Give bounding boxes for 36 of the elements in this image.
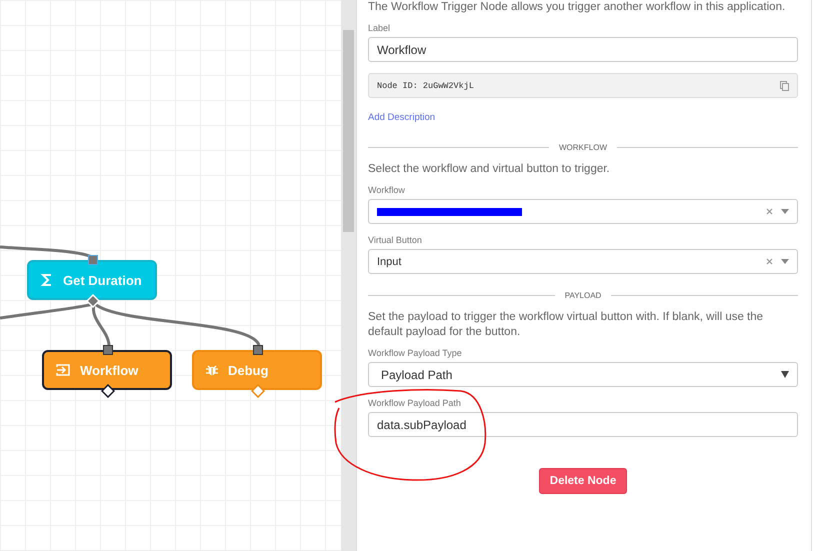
flow-node[interactable]: Workflow — [42, 350, 172, 390]
field-label: Label — [368, 23, 392, 33]
field-label: Workflow Payload Path — [368, 398, 462, 408]
clear-icon[interactable] — [766, 208, 773, 215]
sigma-icon — [41, 274, 53, 286]
node-id-text: Node ID: 2uGwW2VkjL — [377, 80, 474, 90]
dropdown-field[interactable]: Payload Path — [368, 362, 798, 387]
output-port-icon[interactable] — [101, 384, 115, 398]
section-heading: WORKFLOW — [559, 143, 607, 152]
section-heading: PAYLOAD — [564, 291, 602, 300]
select-value: Input — [377, 256, 402, 268]
flow-node[interactable]: Debug — [192, 350, 322, 390]
section-description: Select the workflow and virtual button to trigger. — [368, 162, 611, 177]
text-field[interactable]: Workflow — [368, 37, 798, 62]
field-label: Workflow Payload Type — [368, 348, 463, 358]
section-description: Set the payload to trigger the workflow virtual button with. If blank, will use the default payload for the button. — [368, 310, 764, 340]
delete-node-button[interactable]: Delete Node — [538, 468, 628, 494]
clear-icon[interactable] — [766, 258, 773, 265]
input-port-icon[interactable] — [88, 255, 98, 265]
scrollbar-thumb[interactable] — [343, 30, 354, 232]
enter-icon — [56, 364, 70, 376]
text-field[interactable]: data.subPayload — [368, 412, 798, 437]
select-field[interactable] — [368, 199, 798, 224]
select-field[interactable]: Input — [368, 249, 798, 274]
field-label: Workflow — [368, 185, 406, 195]
node-description: The Workflow Trigger Node allows you trigger another workflow in this application. — [368, 0, 786, 15]
dropdown-value: Payload Path — [381, 368, 452, 382]
field-label: Virtual Button — [368, 235, 423, 245]
input-port-icon[interactable] — [103, 345, 113, 355]
caret-icon[interactable] — [781, 259, 789, 264]
bug-icon — [206, 364, 218, 376]
caret-icon — [781, 371, 789, 378]
add-description-link[interactable]: Add Description — [368, 112, 436, 123]
caret-icon[interactable] — [781, 209, 789, 214]
input-port-icon[interactable] — [253, 345, 263, 355]
copy-icon[interactable] — [780, 80, 789, 90]
